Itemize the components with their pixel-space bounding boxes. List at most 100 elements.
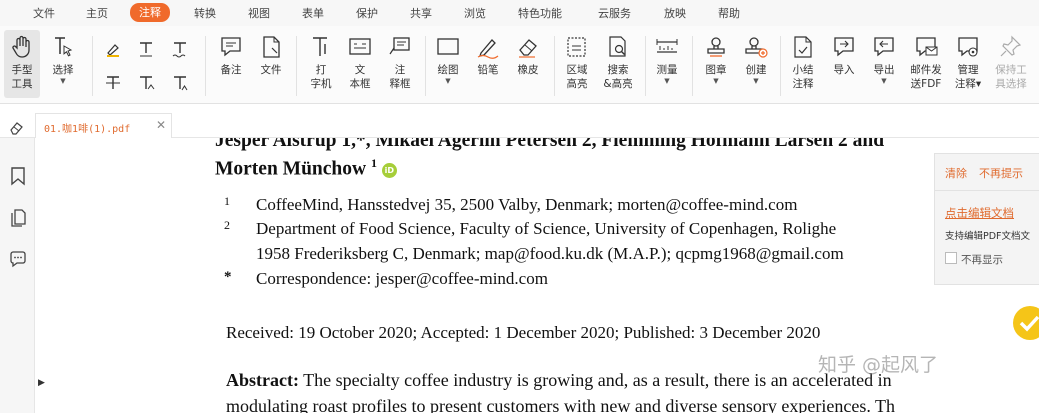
- comments-panel-icon[interactable]: [9, 250, 27, 268]
- area-highlight-button[interactable]: 区域 高亮: [561, 34, 593, 91]
- create-dropdown-caret: ▼: [753, 77, 759, 85]
- menu-help[interactable]: 帮助: [718, 5, 740, 21]
- ribbon-separator: [554, 36, 555, 96]
- import-comments-button[interactable]: 导入: [828, 34, 860, 77]
- dont-remind-button[interactable]: 不再提示: [979, 165, 1023, 181]
- ribbon-separator: [645, 36, 646, 96]
- edit-document-link[interactable]: 点击编辑文档: [945, 205, 1014, 221]
- search-document-icon: [609, 36, 626, 57]
- keep-tool-selected-button[interactable]: 保持工 具选择: [990, 34, 1032, 91]
- rectangle-shape-icon: [437, 38, 459, 55]
- affiliation-number: 1: [224, 194, 230, 208]
- file-attach-button[interactable]: 文件: [254, 34, 288, 77]
- clear-button[interactable]: 清除: [945, 165, 967, 181]
- menu-protect[interactable]: 保护: [356, 5, 378, 21]
- eraser-button[interactable]: 橡皮: [512, 34, 544, 77]
- eraser-tab-icon[interactable]: [8, 120, 24, 136]
- abstract-line-2: modulating roast profiles to present cus…: [226, 396, 895, 413]
- pencil-icon: [477, 39, 499, 59]
- underline-text-icon[interactable]: [137, 40, 155, 58]
- affiliation-line: Department of Food Science, Faculty of S…: [256, 219, 837, 238]
- edit-tip-description: 支持编辑PDF文档文: [945, 231, 1031, 242]
- tab-close-icon[interactable]: ✕: [156, 118, 166, 132]
- email-fdf-button[interactable]: 邮件发 送FDF: [905, 34, 947, 91]
- menu-home[interactable]: 主页: [86, 5, 108, 21]
- squiggly-text-icon[interactable]: [171, 40, 189, 58]
- menu-slideshow[interactable]: 放映: [664, 5, 686, 21]
- affiliation-line: 1958 Frederiksberg C, Denmark; map@food.…: [256, 244, 844, 263]
- manage-comments-icon: [958, 37, 978, 57]
- document-tab[interactable]: 01.咖1啡(1).pdf ✕: [35, 113, 172, 138]
- select-dropdown-caret: ▼: [60, 77, 66, 85]
- draw-button[interactable]: 绘图 ▼: [432, 34, 464, 86]
- menu-share[interactable]: 共享: [410, 5, 432, 21]
- ribbon-separator: [92, 36, 93, 96]
- authors-line-1: Jesper Alstrup 1,*, Mikael Agerlin Peter…: [215, 138, 885, 151]
- note-button[interactable]: 备注: [214, 34, 248, 77]
- textbox-button[interactable]: 文 本框: [342, 34, 378, 91]
- document-tab-bar: 01.咖1啡(1).pdf ✕: [0, 104, 1039, 138]
- textbox-icon: [349, 38, 371, 55]
- manage-comments-button[interactable]: 管理 注释▾: [950, 34, 986, 91]
- affiliation-number: 2: [224, 218, 230, 232]
- highlight-pen-icon[interactable]: [104, 40, 122, 58]
- menu-browse[interactable]: 浏览: [464, 5, 486, 21]
- export-comments-button[interactable]: 导出 ▼: [868, 34, 900, 86]
- menu-cloud[interactable]: 云服务: [598, 5, 631, 21]
- hand-icon: [12, 35, 30, 58]
- menu-convert[interactable]: 转换: [194, 5, 216, 21]
- pencil-button[interactable]: 铅笔: [472, 34, 504, 77]
- export-icon: [874, 37, 894, 57]
- insert-text-icon[interactable]: [171, 74, 189, 92]
- watermark: 知乎 @起风了: [818, 354, 939, 376]
- search-highlight-button[interactable]: 搜索 &高亮: [598, 34, 638, 91]
- edit-tip-panel: 清除 不再提示 点击编辑文档 支持编辑PDF文档文 不再显示: [934, 153, 1039, 285]
- callout-button[interactable]: 注 释框: [382, 34, 418, 91]
- menu-features[interactable]: 特色功能: [518, 5, 562, 21]
- menu-view[interactable]: 视图: [248, 5, 270, 21]
- menu-bar: 文件 主页 注释 转换 视图 表单 保护 共享 浏览 特色功能 云服务 放映 帮…: [0, 0, 1039, 26]
- document-tab-title: 01.咖1啡(1).pdf: [44, 124, 131, 135]
- summarize-comments-button[interactable]: 小结 注释: [786, 34, 820, 91]
- ribbon-separator: [692, 36, 693, 96]
- draw-dropdown-caret: ▼: [445, 77, 451, 85]
- email-comment-icon: [916, 37, 938, 57]
- left-sidebar: [0, 138, 35, 413]
- bookmark-icon[interactable]: [9, 166, 27, 186]
- menu-annotate[interactable]: 注释: [130, 3, 170, 22]
- ribbon-separator: [296, 36, 297, 96]
- select-tool-button[interactable]: 选择 ▼: [48, 34, 78, 86]
- menu-form[interactable]: 表单: [302, 5, 324, 21]
- create-stamp-button[interactable]: 创建 ▼: [740, 34, 772, 86]
- export-dropdown-caret: ▼: [881, 77, 887, 85]
- area-highlight-icon: [567, 37, 586, 57]
- ribbon-separator: [780, 36, 781, 96]
- affiliation-line: CoffeeMind, Hansstedvej 35, 2500 Valby, …: [256, 195, 798, 214]
- create-stamp-icon: [745, 37, 768, 58]
- checkmark-badge-icon[interactable]: [1013, 306, 1039, 340]
- expand-panel-arrow-icon[interactable]: ▶: [38, 378, 45, 388]
- ribbon-toolbar: 手型 工具 选择 ▼ 备注 文件 打 字机 文 本框 注 释框 绘图 ▼ 铅笔 …: [0, 26, 1039, 104]
- strikethrough-text-icon[interactable]: [104, 74, 122, 92]
- callout-icon: [389, 37, 410, 55]
- dont-show-again-checkbox[interactable]: [945, 252, 957, 264]
- text-cursor-select-icon: [55, 37, 73, 57]
- orcid-icon[interactable]: iD: [381, 162, 397, 178]
- dont-show-again-label: 不再显示: [961, 254, 1003, 266]
- measure-button[interactable]: 测量 ▼: [650, 34, 684, 86]
- pages-thumbnail-icon[interactable]: [9, 208, 27, 228]
- summary-document-icon: [794, 36, 812, 58]
- hand-tool-button[interactable]: 手型 工具: [4, 30, 40, 98]
- stamp-icon: [707, 37, 725, 57]
- stamp-button[interactable]: 图章 ▼: [700, 34, 732, 86]
- replace-text-icon[interactable]: [137, 74, 155, 92]
- typewriter-button[interactable]: 打 字机: [302, 34, 340, 91]
- stamp-dropdown-caret: ▼: [713, 77, 719, 85]
- ribbon-separator: [205, 36, 206, 96]
- menu-file[interactable]: 文件: [33, 5, 55, 21]
- file-icon: [263, 36, 280, 58]
- typewriter-icon: [313, 37, 327, 56]
- ribbon-separator: [425, 36, 426, 96]
- panel-divider: [935, 190, 1039, 191]
- speech-note-icon: [221, 37, 241, 57]
